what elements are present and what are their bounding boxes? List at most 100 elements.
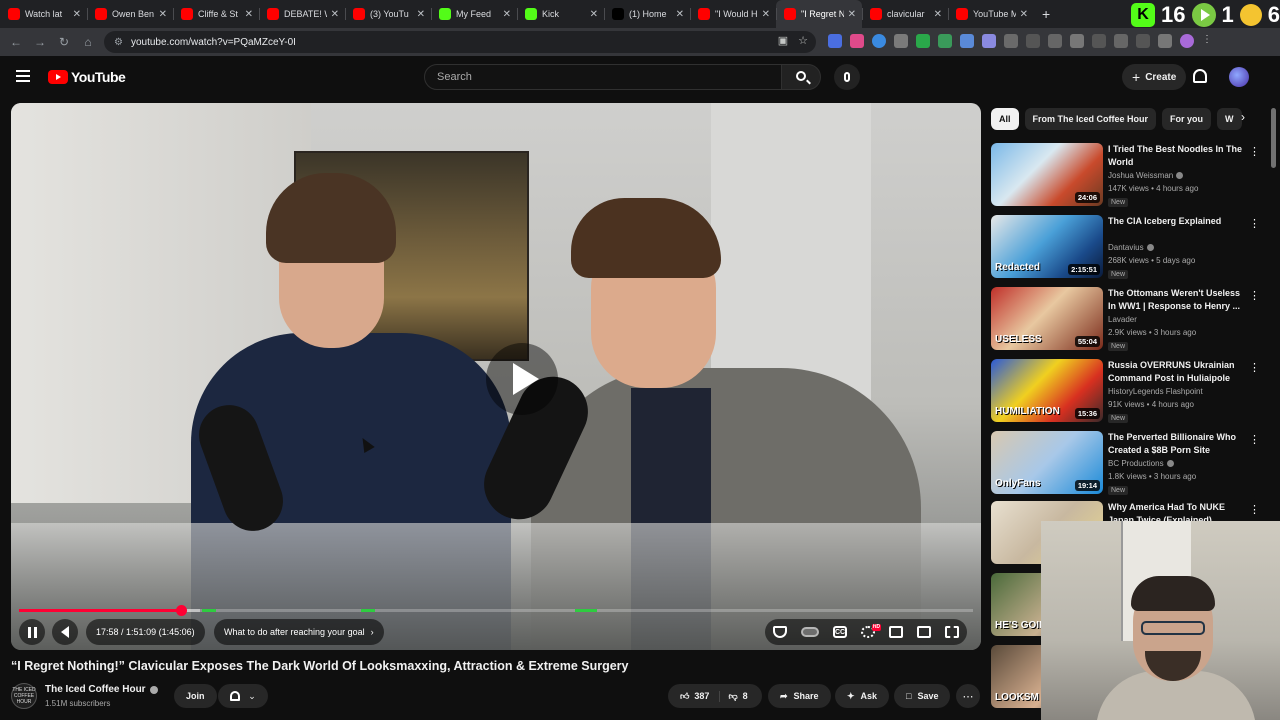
- extension-icon-12[interactable]: [1070, 34, 1084, 48]
- forward-icon[interactable]: →: [28, 35, 52, 49]
- filter-chip[interactable]: For you: [1162, 108, 1212, 130]
- settings-gear-icon[interactable]: HD: [861, 624, 881, 638]
- channel-avatar[interactable]: THE ICED COFFEE HOUR: [11, 683, 37, 709]
- recommended-video[interactable]: HUMILIATION 15:36 Russia OVERRUNS Ukrainia…: [991, 359, 1261, 425]
- fullscreen-icon[interactable]: [945, 626, 959, 638]
- extension-icon-8[interactable]: [982, 34, 996, 48]
- url-bar[interactable]: ⚙ youtube.com/watch?v=PQaMZceY-0I ▣ ☆: [104, 31, 816, 53]
- tab-close-icon[interactable]: ✕: [417, 9, 425, 20]
- ask-button[interactable]: ✦ Ask: [835, 684, 890, 708]
- browser-tab[interactable]: Watch lat ✕: [0, 0, 87, 28]
- search-input[interactable]: Search: [424, 64, 782, 90]
- video-thumbnail[interactable]: HUMILIATION 15:36: [991, 359, 1103, 422]
- shield-icon[interactable]: [773, 626, 787, 638]
- tab-close-icon[interactable]: ✕: [159, 9, 167, 20]
- extension-icon-16[interactable]: [1158, 34, 1172, 48]
- play-extension-icon[interactable]: [1191, 3, 1216, 27]
- browser-menu-icon[interactable]: ⋮: [1202, 34, 1212, 48]
- more-options-icon[interactable]: ⋮: [1249, 145, 1260, 158]
- tab-close-icon[interactable]: ✕: [762, 9, 770, 20]
- more-actions-button[interactable]: ⋯: [956, 684, 980, 708]
- join-button[interactable]: Join: [174, 684, 217, 708]
- share-button[interactable]: ➦ Share: [768, 684, 831, 708]
- extension-icon-1[interactable]: [828, 34, 842, 48]
- browser-tab[interactable]: "I Would H ✕: [690, 0, 776, 28]
- browser-tab[interactable]: Owen Ben ✕: [87, 0, 173, 28]
- sidepanel-icon[interactable]: [1136, 34, 1150, 48]
- browser-tab[interactable]: "I Regret N ✕: [776, 0, 862, 28]
- tab-close-icon[interactable]: ✕: [245, 9, 253, 20]
- progress-bar[interactable]: [19, 605, 973, 616]
- subscription-bell-button[interactable]: ⌄: [218, 684, 268, 708]
- extension-icon-3[interactable]: [872, 34, 886, 48]
- more-options-icon[interactable]: ⋮: [1249, 361, 1260, 374]
- recommended-video[interactable]: OnlyFans 19:14 The Perverted Billionaire W…: [991, 431, 1261, 497]
- reading-list-icon[interactable]: [1114, 34, 1128, 48]
- cast-icon[interactable]: [917, 626, 931, 638]
- kick-extension-icon[interactable]: K: [1131, 3, 1156, 27]
- more-options-icon[interactable]: ⋮: [1249, 289, 1260, 302]
- back-icon[interactable]: ←: [4, 35, 28, 49]
- new-tab-button[interactable]: +: [1034, 6, 1058, 22]
- profile-icon[interactable]: [1180, 34, 1194, 48]
- chapter-button[interactable]: What to do after reaching your goal ›: [214, 619, 384, 645]
- more-options-icon[interactable]: ⋮: [1249, 217, 1260, 230]
- recommended-video[interactable]: 24:06 I Tried The Best Noodles In The Wor…: [991, 143, 1261, 209]
- browser-tab[interactable]: (3) YouTu ✕: [345, 0, 431, 28]
- youtube-logo[interactable]: YouTube: [48, 69, 126, 85]
- mute-button[interactable]: [52, 619, 78, 645]
- history-icon[interactable]: [1048, 34, 1062, 48]
- extension-icon-2[interactable]: [850, 34, 864, 48]
- extension-icon-4[interactable]: [894, 34, 908, 48]
- channel-name[interactable]: Dantavius: [1108, 243, 1154, 252]
- tab-close-icon[interactable]: ✕: [848, 9, 856, 20]
- miniplayer-icon[interactable]: [889, 626, 903, 638]
- channel-name[interactable]: HistoryLegends Flashpoint: [1108, 387, 1203, 396]
- page-scrollbar[interactable]: [1271, 108, 1276, 168]
- video-title[interactable]: The Ottomans Weren't Useless In WW1 | Re…: [1108, 287, 1244, 312]
- extension-icon-10[interactable]: [1026, 34, 1040, 48]
- search-button[interactable]: [781, 64, 821, 90]
- browser-tab[interactable]: DEBATE! W ✕: [259, 0, 345, 28]
- sunglasses-extension-icon[interactable]: [1239, 4, 1262, 26]
- extension-icon-9[interactable]: [1004, 34, 1018, 48]
- video-title[interactable]: Russia OVERRUNS Ukrainian Command Post i…: [1108, 359, 1244, 384]
- video-title[interactable]: I Tried The Best Noodles In The World: [1108, 143, 1244, 168]
- voice-search-button[interactable]: [834, 64, 860, 90]
- pause-button[interactable]: [19, 619, 45, 645]
- tab-close-icon[interactable]: ✕: [73, 9, 81, 20]
- recommended-video[interactable]: USELESS 55:04 The Ottomans Weren't Useless…: [991, 287, 1261, 353]
- devtools-icon[interactable]: [1092, 34, 1106, 48]
- filter-chip[interactable]: All: [991, 108, 1019, 130]
- tab-close-icon[interactable]: ✕: [1020, 9, 1028, 20]
- video-player[interactable]: 17:58 / 1:51:09 (1:45:06) What to do aft…: [11, 103, 981, 650]
- channel-name[interactable]: Joshua Weissman: [1108, 171, 1184, 180]
- extension-icon-5[interactable]: [916, 34, 930, 48]
- big-play-icon[interactable]: [486, 343, 558, 415]
- tab-close-icon[interactable]: ✕: [503, 9, 511, 20]
- browser-tab[interactable]: My Feed ✕: [431, 0, 517, 28]
- captions-button[interactable]: CC: [833, 626, 847, 638]
- channel-name[interactable]: BC Productions: [1108, 459, 1174, 468]
- browser-tab[interactable]: Kick ✕: [517, 0, 604, 28]
- video-title[interactable]: The Perverted Billionaire Who Created a …: [1108, 431, 1244, 456]
- tab-close-icon[interactable]: ✕: [676, 9, 684, 20]
- install-icon[interactable]: ▣: [778, 34, 788, 47]
- dislike-button[interactable]: 👎︎ 8: [720, 691, 755, 702]
- reload-icon[interactable]: ↻: [52, 35, 76, 49]
- tab-close-icon[interactable]: ✕: [331, 9, 339, 20]
- autoplay-toggle[interactable]: [801, 627, 819, 637]
- menu-icon[interactable]: [16, 70, 30, 82]
- video-title[interactable]: The CIA Iceberg Explained: [1108, 215, 1244, 228]
- account-avatar[interactable]: [1229, 67, 1249, 87]
- notifications-bell-icon[interactable]: [1193, 69, 1207, 83]
- tab-close-icon[interactable]: ✕: [934, 9, 942, 20]
- extension-icon-7[interactable]: [960, 34, 974, 48]
- home-icon[interactable]: ⌂: [76, 35, 100, 49]
- video-thumbnail[interactable]: 24:06: [991, 143, 1103, 206]
- video-thumbnail[interactable]: OnlyFans 19:14: [991, 431, 1103, 494]
- browser-tab[interactable]: YouTube M ✕: [948, 0, 1034, 28]
- like-button[interactable]: 👍︎ 387: [668, 690, 721, 702]
- create-button[interactable]: + Create: [1122, 64, 1187, 90]
- chevron-right-icon[interactable]: ›: [1234, 110, 1252, 128]
